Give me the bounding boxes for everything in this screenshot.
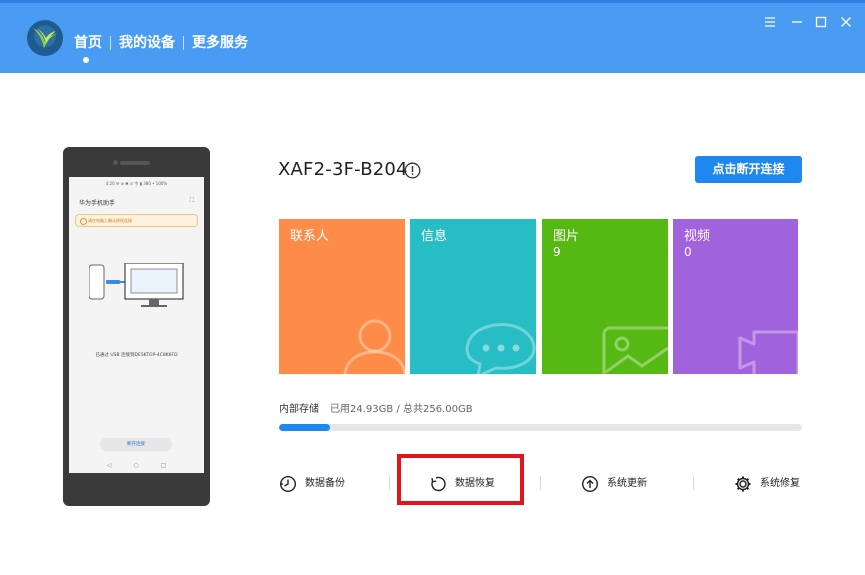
- tile-photos[interactable]: 图片 9: [542, 219, 668, 374]
- storage-progress-fill: [279, 424, 330, 431]
- photo-icon: [602, 326, 668, 374]
- tile-count: 9: [553, 245, 561, 259]
- phone-recents-icon: □: [160, 461, 167, 469]
- action-label: 系统更新: [607, 478, 647, 489]
- contact-icon: [343, 319, 405, 374]
- tile-label: 视频: [684, 229, 711, 244]
- phone-app-title: 华为手机助手: [79, 200, 116, 207]
- backup-icon: [279, 475, 297, 493]
- nav-home[interactable]: 首页: [74, 33, 102, 53]
- phone-speaker: [120, 161, 150, 165]
- nav-divider: [183, 36, 184, 50]
- video-icon: [738, 330, 798, 374]
- disconnect-button[interactable]: 点击断开连接: [695, 156, 802, 183]
- nav-divider: [110, 36, 111, 50]
- phone-pc-connection-illustration-icon: [88, 262, 185, 317]
- repair-icon: [735, 476, 751, 492]
- minimize-icon[interactable]: [790, 15, 804, 29]
- expand-icon: ⛶: [189, 197, 194, 204]
- nav-my-devices[interactable]: 我的设备: [119, 33, 175, 53]
- tile-label: 图片: [553, 229, 580, 244]
- tile-count: 0: [684, 245, 692, 259]
- restore-highlight-box: [397, 454, 524, 505]
- action-divider: [540, 476, 541, 490]
- nav-more-services[interactable]: 更多服务: [192, 33, 248, 53]
- system-update-button[interactable]: 系统更新: [581, 474, 647, 494]
- menu-icon[interactable]: [763, 15, 777, 29]
- phone-nav-bar: ◁ ○ □: [69, 457, 204, 473]
- storage-usage-text: 已用24.93GB / 总共256.00GB: [330, 404, 473, 415]
- tile-label: 联系人: [290, 229, 330, 244]
- phone-camera: [113, 160, 118, 165]
- tile-contacts[interactable]: 联系人: [279, 219, 405, 374]
- huawei-hisuite-logo-icon: [27, 20, 63, 56]
- active-nav-indicator: [83, 57, 89, 63]
- phone-screen: 4:26 ✉ ⊕ ✱ ⊙ 令 ▮ 380 • 100% 华为手机助手 ⛶ 请在电…: [69, 177, 204, 473]
- action-label: 数据备份: [305, 478, 345, 489]
- action-divider: [389, 476, 390, 490]
- tile-messages[interactable]: 信息: [410, 219, 536, 374]
- phone-status-bar: 4:26 ✉ ⊕ ✱ ⊙ 令 ▮ 380 • 100%: [105, 181, 168, 186]
- action-divider: [693, 476, 694, 490]
- phone-connection-text: 已通过 USB 连接到DESKTOP-4C8K6FD: [95, 353, 178, 358]
- data-backup-button[interactable]: 数据备份: [279, 474, 345, 494]
- tile-label: 信息: [421, 229, 448, 244]
- phone-notice: 请在电脑上确认授权连接: [75, 214, 198, 227]
- close-icon[interactable]: [839, 15, 853, 29]
- phone-home-icon: ○: [133, 461, 139, 469]
- storage-label: 内部存储: [279, 404, 319, 415]
- title-bar: 首页 我的设备 更多服务: [0, 0, 865, 73]
- system-repair-button[interactable]: 系统修复: [734, 474, 800, 494]
- main-nav: 首页 我的设备 更多服务: [74, 33, 248, 53]
- storage-progress-bar: [279, 424, 802, 431]
- phone-preview: 4:26 ✉ ⊕ ✱ ⊙ 令 ▮ 380 • 100% 华为手机助手 ⛶ 请在电…: [63, 147, 210, 506]
- update-icon: [581, 475, 599, 493]
- device-name: XAF2-3F-B204: [278, 159, 408, 180]
- tile-videos[interactable]: 视频 0: [673, 219, 798, 374]
- maximize-icon[interactable]: [814, 15, 828, 29]
- info-icon[interactable]: [404, 162, 421, 179]
- phone-disconnect-button: 断开连接: [100, 438, 172, 451]
- action-label: 系统修复: [760, 478, 800, 489]
- phone-back-icon: ◁: [106, 461, 112, 469]
- message-icon: [465, 323, 536, 374]
